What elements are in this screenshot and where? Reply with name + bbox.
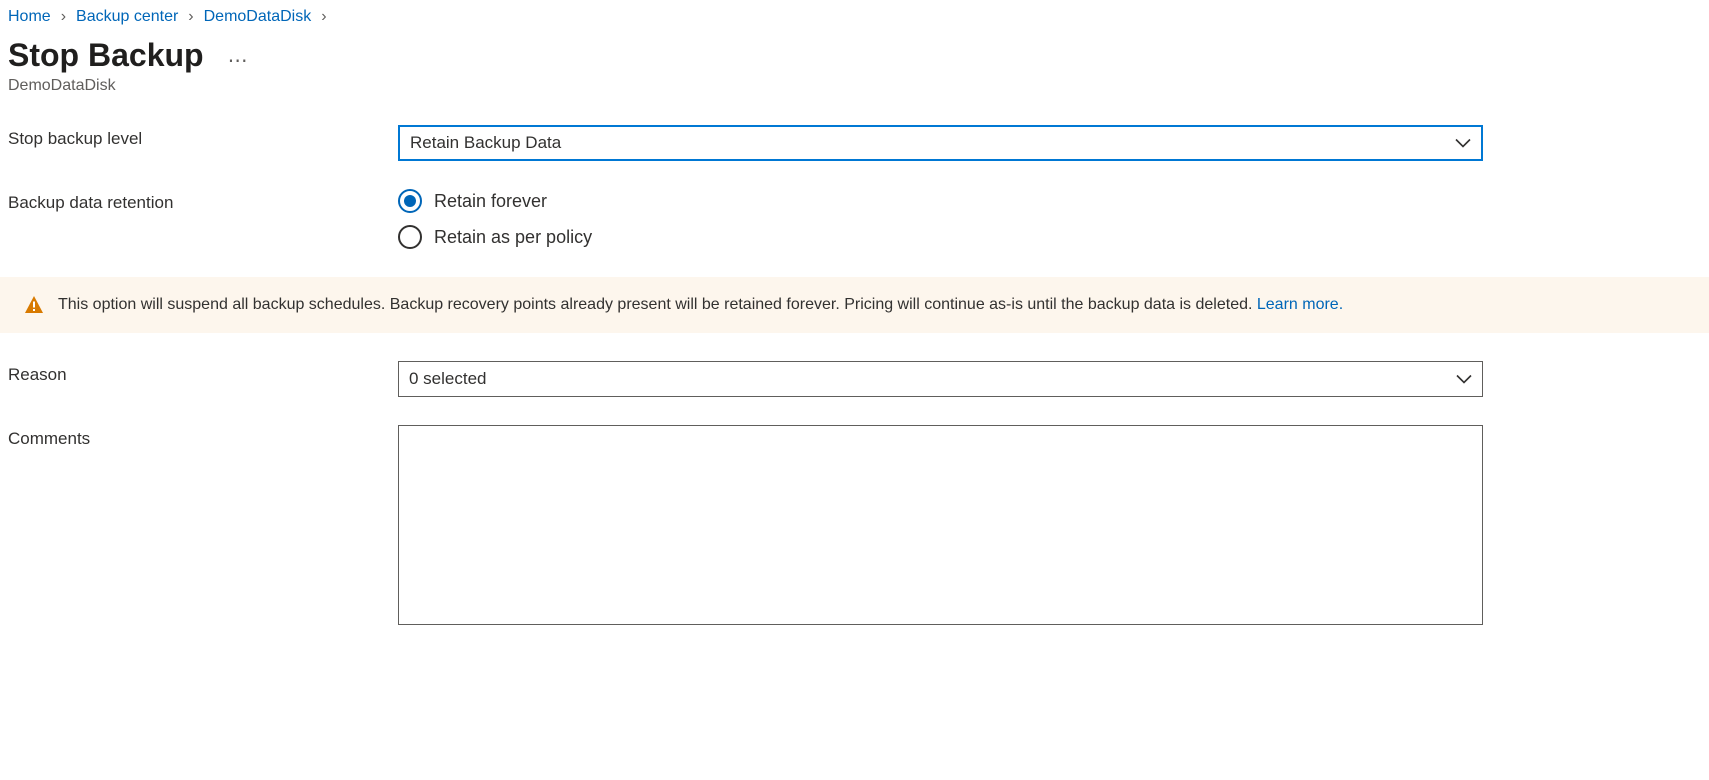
comments-textarea[interactable] xyxy=(398,425,1483,625)
breadcrumb-sep-icon: › xyxy=(61,8,66,26)
retention-radio-group: Retain forever Retain as per policy xyxy=(398,189,1483,249)
breadcrumb-home[interactable]: Home xyxy=(8,8,51,26)
banner-message: This option will suspend all backup sche… xyxy=(58,296,1257,313)
page-title: Stop Backup xyxy=(8,38,204,73)
retention-option-policy-label: Retain as per policy xyxy=(434,227,592,248)
retention-option-forever[interactable]: Retain forever xyxy=(398,189,1483,213)
page-subtitle: DemoDataDisk xyxy=(0,73,1709,95)
breadcrumb-backup-center[interactable]: Backup center xyxy=(76,8,178,26)
reason-dropdown[interactable]: 0 selected xyxy=(398,361,1483,397)
more-actions-button[interactable]: ⋯ xyxy=(228,48,250,73)
breadcrumb-demodatadisk[interactable]: DemoDataDisk xyxy=(204,8,312,26)
reason-value: 0 selected xyxy=(409,369,487,389)
reason-label: Reason xyxy=(8,361,398,385)
warning-icon xyxy=(24,295,44,315)
retention-option-policy[interactable]: Retain as per policy xyxy=(398,225,1483,249)
stop-backup-level-dropdown[interactable]: Retain Backup Data xyxy=(398,125,1483,161)
stop-backup-level-label: Stop backup level xyxy=(8,125,398,149)
retention-option-forever-label: Retain forever xyxy=(434,191,547,212)
banner-learn-more-link[interactable]: Learn more. xyxy=(1257,296,1343,313)
backup-data-retention-label: Backup data retention xyxy=(8,189,398,213)
banner-text: This option will suspend all backup sche… xyxy=(58,296,1343,314)
chevron-down-icon xyxy=(1456,371,1472,387)
chevron-down-icon xyxy=(1455,135,1471,151)
info-banner: This option will suspend all backup sche… xyxy=(0,277,1709,333)
stop-backup-level-value: Retain Backup Data xyxy=(410,133,561,153)
radio-unchecked-icon xyxy=(398,225,422,249)
breadcrumb: Home › Backup center › DemoDataDisk › xyxy=(0,0,1709,26)
breadcrumb-sep-icon: › xyxy=(188,8,193,26)
radio-checked-icon xyxy=(398,189,422,213)
comments-label: Comments xyxy=(8,425,398,449)
breadcrumb-sep-icon: › xyxy=(321,8,326,26)
